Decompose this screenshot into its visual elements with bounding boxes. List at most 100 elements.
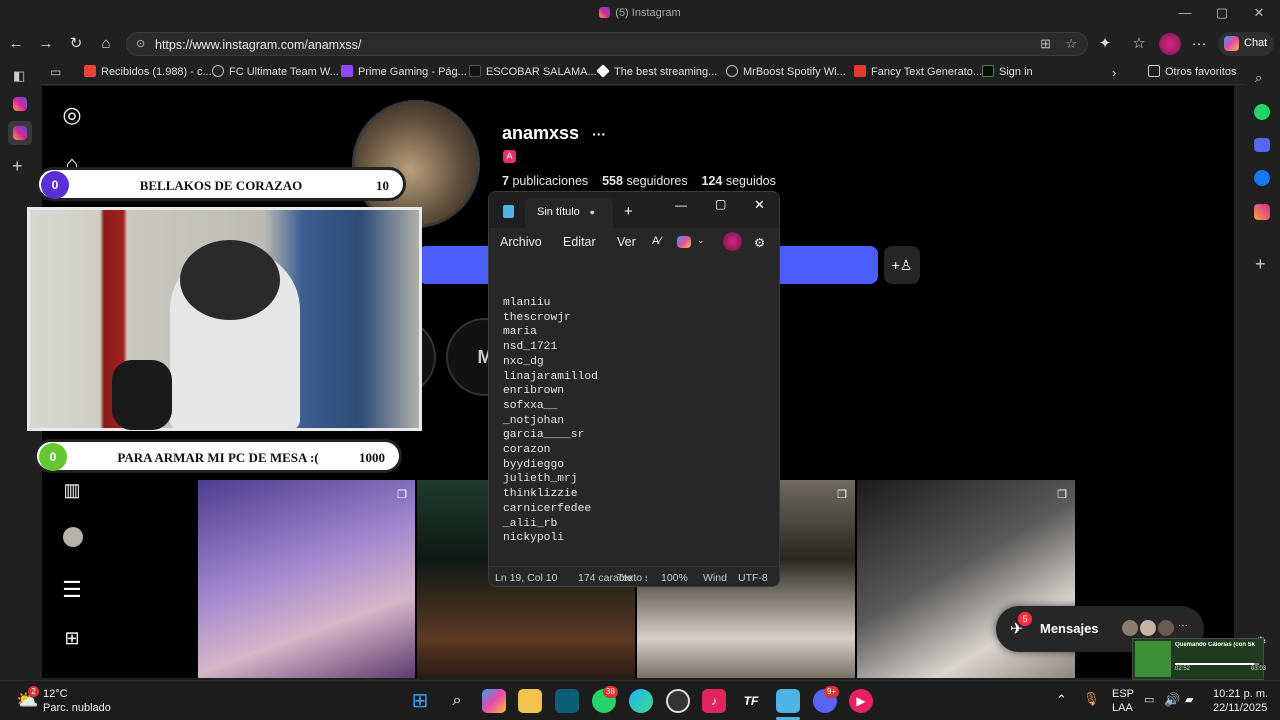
menu-file[interactable]: Archivo	[500, 235, 542, 249]
search-icon[interactable]: ⌕	[1255, 70, 1262, 86]
copilot-icon[interactable]	[677, 236, 691, 248]
carousel-icon: ❐	[1057, 489, 1067, 501]
tab-actions-icon[interactable]: ▭	[50, 65, 61, 79]
file-explorer-icon[interactable]	[518, 689, 542, 713]
unsaved-dot-icon[interactable]: ●	[590, 207, 595, 217]
notepad-maximize-button[interactable]: ▢	[715, 197, 726, 211]
bookmark-fancy-text[interactable]: Fancy Text Generato...	[854, 65, 982, 78]
language-layout[interactable]: LAA	[1112, 702, 1133, 714]
facebook-icon[interactable]	[1254, 170, 1270, 186]
notepad-taskbar-icon[interactable]	[776, 689, 800, 713]
settings-gear-icon[interactable]: ⚙	[754, 235, 765, 250]
bookmark-prime-gaming[interactable]: Prime Gaming - Pág...	[341, 65, 467, 78]
home-icon[interactable]: ⌂	[95, 34, 117, 54]
favorites-icon[interactable]: ☆	[1128, 34, 1150, 54]
instagram-icon	[599, 7, 611, 18]
profile-nav-avatar[interactable]	[63, 527, 83, 547]
instagram-tab-icon[interactable]	[13, 97, 27, 111]
weather-description[interactable]: Parc. nublado	[43, 702, 111, 714]
close-button[interactable]: ✕	[1244, 5, 1274, 21]
battery-icon[interactable]: ▰	[1185, 693, 1193, 706]
tf-app-icon[interactable]: TF	[739, 689, 763, 713]
options-icon[interactable]: ···	[592, 126, 606, 142]
volume-icon[interactable]: 🔊	[1164, 692, 1180, 708]
site-info-icon[interactable]: ⊙	[136, 37, 145, 50]
mini-media-player[interactable]: Quemando Calorías (con Sk 02:52 03:03	[1132, 638, 1266, 680]
clock-date[interactable]: 22/11/2025	[1213, 702, 1267, 714]
microphone-icon[interactable]: 🎙	[1083, 691, 1100, 707]
bookmark-fc[interactable]: FC Ultimate Team W...	[212, 65, 339, 78]
discord-icon[interactable]	[1254, 138, 1270, 152]
copilot-chat-button[interactable]: Chat	[1218, 32, 1274, 56]
new-tab-plus-icon[interactable]: +	[12, 156, 23, 177]
notepad-close-button[interactable]: ✕	[754, 197, 765, 213]
address-bar[interactable]: ⊙ https://www.instagram.com/anamxss/ ⊞ ☆	[126, 32, 1088, 56]
tab-actions-icon[interactable]: ◧	[13, 68, 25, 84]
app-icon[interactable]: ⊞	[1040, 36, 1051, 52]
instagram-icon[interactable]	[1254, 204, 1270, 220]
instagram-active-tab-icon[interactable]	[13, 126, 27, 140]
text-line: thinklizzie	[503, 488, 578, 501]
text-line: mlaniiu	[503, 297, 551, 309]
refresh-icon[interactable]: ↻	[65, 34, 87, 54]
bookmark-streaming[interactable]: The best streaming...	[596, 64, 717, 78]
app-icon[interactable]	[555, 689, 579, 713]
minimize-button[interactable]: —	[1170, 5, 1200, 20]
steam-icon[interactable]	[666, 689, 690, 713]
account-avatar[interactable]	[723, 232, 742, 251]
network-icon[interactable]: ▭	[1144, 693, 1154, 706]
bookmark-gmail[interactable]: Recibidos (1.988) - c...	[84, 65, 212, 78]
weather-temp[interactable]: 12°C	[43, 688, 68, 700]
edge-taskbar-icon[interactable]	[629, 689, 653, 713]
bookmark-escobar[interactable]: ESCOBAR SALAMA...	[469, 65, 597, 78]
more-bookmarks-chevron-icon[interactable]: ›	[1112, 65, 1116, 80]
text-line: julieth_mrj	[503, 473, 578, 486]
back-icon[interactable]: ←	[5, 34, 27, 54]
notepad-text-area[interactable]: mlaniiu thescrowjr maria nsd_1721 nxc_dg lina…	[503, 296, 598, 546]
notepad-minimize-button[interactable]: —	[675, 198, 687, 212]
whatsapp-icon[interactable]	[1254, 104, 1270, 120]
streamer-hair	[180, 240, 280, 320]
diamond-icon	[596, 64, 610, 78]
webcam-feed	[27, 207, 422, 431]
notepad-status-bar: Ln 19, Col 10 174 caracte Texto s 100% W…	[489, 566, 779, 586]
menu-nav-icon[interactable]: ☰	[54, 572, 90, 608]
zoom-level[interactable]: 100%	[661, 572, 688, 584]
favorite-star-icon[interactable]: ☆	[1065, 36, 1077, 52]
maximize-button[interactable]: ▢	[1207, 5, 1237, 21]
add-sidebar-app-icon[interactable]: +	[1255, 254, 1266, 275]
notepad-tab[interactable]: Sin título ●	[525, 198, 613, 228]
bookmarks-bar: ▭ Recibidos (1.988) - c... FC Ultimate T…	[0, 58, 1280, 85]
menu-view[interactable]: Ver	[617, 235, 636, 249]
new-tab-icon[interactable]: +	[624, 203, 633, 220]
more-menu-icon[interactable]: ···	[1188, 34, 1210, 54]
more-apps-nav-icon[interactable]: ⊞	[54, 620, 90, 656]
text-format-icon[interactable]: A⁄	[652, 235, 661, 247]
encoding[interactable]: UTF-8	[738, 572, 768, 584]
profile-avatar[interactable]	[1159, 33, 1181, 55]
media-player-icon[interactable]: ▶	[849, 689, 873, 713]
taskbar-search-icon[interactable]: ⌕	[445, 689, 469, 713]
copilot-taskbar-icon[interactable]	[482, 689, 506, 713]
tray-chevron-icon[interactable]: ⌃	[1056, 692, 1067, 708]
extensions-icon[interactable]: ✦	[1094, 34, 1116, 54]
add-user-icon[interactable]: +♙	[884, 246, 920, 284]
url-text: https://www.instagram.com/anamxss/	[155, 38, 362, 52]
bookmark-mrboost[interactable]: MrBoost Spotify Wi...	[726, 65, 846, 78]
media-progress[interactable]	[1175, 663, 1259, 665]
text-line: carnicerfedee	[503, 502, 592, 515]
bookmark-sign-in[interactable]: Sign in	[982, 65, 1033, 78]
menu-edit[interactable]: Editar	[563, 235, 596, 249]
start-windows-icon[interactable]: ⊞	[408, 689, 432, 713]
language-code[interactable]: ESP	[1112, 688, 1134, 700]
chevron-down-icon[interactable]: ⌄	[697, 235, 705, 246]
post-thumbnail[interactable]: ❐	[198, 480, 415, 678]
other-favorites-folder[interactable]: Otros favoritos	[1148, 65, 1237, 78]
tiktok-icon[interactable]: ♪	[702, 689, 726, 713]
forward-icon[interactable]: →	[35, 34, 57, 54]
dashboard-nav-icon[interactable]: ▥	[54, 472, 90, 508]
media-thumbnail	[1135, 641, 1171, 677]
instagram-logo-icon[interactable]: ◎	[54, 97, 90, 133]
clock-time[interactable]: 10:21 p. m.	[1213, 688, 1268, 700]
line-ending[interactable]: Wind	[703, 572, 727, 584]
